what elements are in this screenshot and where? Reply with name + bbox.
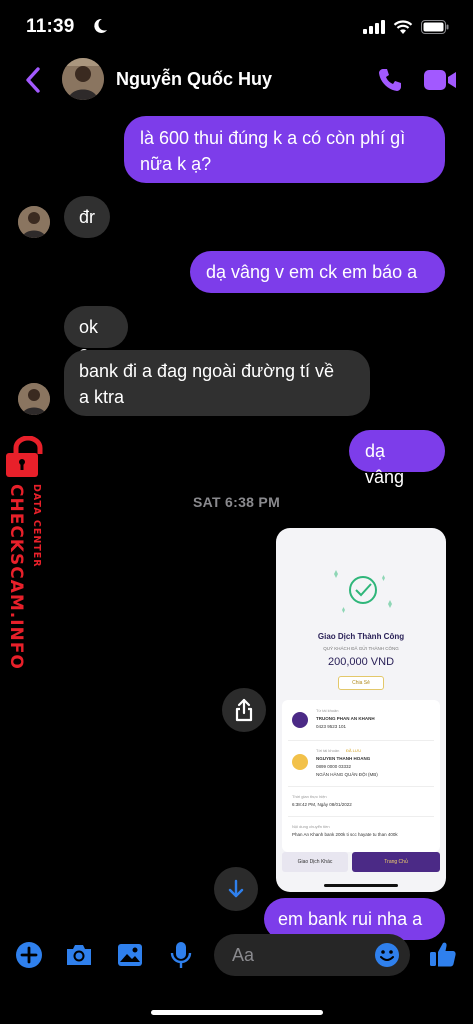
- camera-icon[interactable]: [64, 940, 94, 970]
- video-call-icon[interactable]: [423, 68, 457, 92]
- scroll-to-bottom-button[interactable]: [214, 867, 258, 911]
- share-icon: [235, 698, 253, 722]
- bank-logo-icon: [292, 712, 308, 728]
- message-input-placeholder: Aa: [232, 945, 255, 965]
- do-not-disturb-moon-icon: [94, 18, 107, 33]
- message-bubble-received[interactable]: ok e: [64, 306, 128, 363]
- receipt-home-indicator: [324, 884, 398, 887]
- status-icons: [363, 20, 449, 34]
- message-text-line: nữa k ạ?: [140, 154, 212, 174]
- message-bubble-sent[interactable]: là 600 thui đúng k a có còn phí gì nữa k…: [124, 116, 445, 183]
- receipt-subtitle: QUÝ KHÁCH ĐÃ GỬI THÀNH CÔNG: [323, 646, 399, 651]
- receipt-from-account: 0423 9523 101: [316, 724, 347, 729]
- receipt-time-value: 6:38:42 PM, Ngày 08/01/2022: [292, 802, 352, 807]
- receipt-to-account: 0899 0000 03332: [316, 764, 352, 769]
- receipt-content-label: Nội dung chuyển tiền: [292, 824, 330, 829]
- avatar-photo-icon: [62, 58, 104, 100]
- microphone-icon[interactable]: [166, 940, 196, 970]
- bank-logo-icon: [292, 754, 308, 770]
- receipt-title: Giao Dịch Thành Công: [317, 632, 405, 641]
- photo-gallery-icon[interactable]: [115, 940, 145, 970]
- receipt-amount: 200,000 VND: [327, 656, 395, 668]
- receipt-home-button: Trang Chủ: [352, 852, 440, 872]
- watermark-sub-text: DATA CENTER: [31, 484, 42, 568]
- avatar-photo-icon: [18, 206, 50, 238]
- message-text: dạ vâng: [365, 441, 405, 487]
- divider: [288, 786, 434, 787]
- divider: [288, 740, 434, 741]
- status-time: 11:39: [26, 16, 75, 37]
- receipt-content-value: Phan An Khanh bank 200k ti scc hayate tu…: [292, 832, 398, 837]
- wifi-icon: [393, 20, 413, 34]
- message-bubble-received[interactable]: bank đi a đag ngoài đường tí về a ktra: [64, 350, 370, 416]
- receipt-to-bank: NGÂN HÀNG QUÂN ĐỘI (MB): [316, 772, 378, 777]
- receipt-other-transaction-button: Giao Dịch Khác: [282, 852, 348, 872]
- divider: [288, 816, 434, 817]
- message-text: em bank rui nha a: [278, 909, 423, 929]
- message-text: đr: [79, 207, 96, 227]
- cellular-signal-icon: [363, 20, 385, 34]
- thumbs-up-icon[interactable]: [428, 939, 458, 969]
- message-bubble-received[interactable]: đr: [64, 196, 110, 238]
- message-text-line: a ktra: [79, 387, 125, 407]
- contact-name[interactable]: Nguyễn Quốc Huy: [116, 69, 272, 90]
- chat-header: Nguyễn Quốc Huy: [0, 56, 473, 106]
- message-bubble-sent[interactable]: dạ vâng: [349, 430, 445, 487]
- message-text-line: là 600 thui đúng k a có còn phí gì: [140, 128, 406, 148]
- battery-icon: [421, 20, 449, 34]
- receipt-from-name: TRUONG PHAN AN KHANH: [316, 716, 375, 721]
- message-text: dạ vâng v em ck em báo a: [206, 262, 418, 282]
- message-bubble-sent[interactable]: dạ vâng v em ck em báo a: [190, 251, 445, 293]
- receipt-share-button: Chia Sẻ: [338, 676, 384, 690]
- home-indicator: [151, 1010, 323, 1015]
- contact-avatar-small[interactable]: [18, 383, 50, 415]
- receipt-to-name: NGUYEN THANH HOANG: [316, 756, 371, 761]
- receipt-from-label: Từ tài khoản: [316, 708, 339, 713]
- message-timestamp: SAT 6:38 PM: [192, 494, 281, 510]
- transfer-receipt-image[interactable]: Giao Dịch Thành Công QUÝ KHÁCH ĐÃ GỬI TH…: [276, 528, 446, 892]
- message-text-line: bank đi a đag ngoài đường tí về: [79, 361, 335, 381]
- phone-call-icon[interactable]: [376, 66, 404, 94]
- receipt-details-card: Từ tài khoản TRUONG PHAN AN KHANH 0423 9…: [282, 700, 440, 852]
- receipt-to-label: Tới tài khoản: [316, 748, 340, 753]
- contact-avatar[interactable]: [62, 58, 104, 100]
- watermark-main-text: CHECKSCAM.INFO: [6, 484, 26, 670]
- success-check-icon: [334, 570, 392, 613]
- status-bar: 11:39: [0, 0, 473, 56]
- back-arrow-icon[interactable]: [22, 65, 46, 95]
- plus-icon[interactable]: [14, 940, 44, 970]
- avatar-photo-icon: [18, 383, 50, 415]
- watermark-lock-icon: [6, 436, 43, 477]
- contact-avatar-small[interactable]: [18, 206, 50, 238]
- share-button[interactable]: [222, 688, 266, 732]
- receipt-saved-tag: ĐÃ LƯU: [346, 748, 362, 753]
- message-input[interactable]: Aa: [214, 934, 410, 976]
- arrow-down-icon: [228, 879, 244, 898]
- emoji-icon[interactable]: [374, 942, 400, 968]
- receipt-time-label: Thời gian thực hiện: [292, 794, 327, 799]
